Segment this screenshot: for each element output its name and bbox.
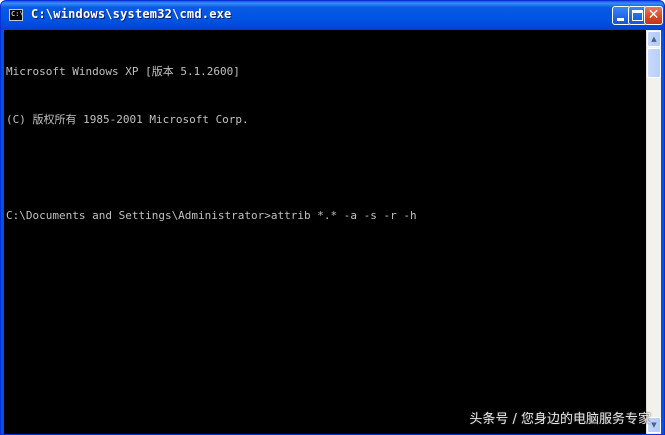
window-title: C:\windows\system32\cmd.exe xyxy=(31,7,232,21)
watermark: 头条号 / 您身边的电脑服务专家 xyxy=(469,412,651,427)
command-prompt-line: C:\Documents and Settings\Administrator>… xyxy=(6,209,417,222)
cmd-icon-glyph: C:\ xyxy=(11,10,24,18)
cmd-icon[interactable]: C:\ xyxy=(9,9,24,21)
title-bar[interactable]: C:\ C:\windows\system32\cmd.exe ✕ xyxy=(1,1,664,30)
console-output[interactable]: Microsoft Windows XP [版本 5.1.2600] (C) 版… xyxy=(6,32,644,428)
scroll-up-icon[interactable]: ▲ xyxy=(647,31,661,47)
maximize-icon xyxy=(632,10,643,21)
minimize-icon xyxy=(617,18,624,21)
cmd-window: C:\ C:\windows\system32\cmd.exe ✕ Micros… xyxy=(0,0,665,435)
close-icon: ✕ xyxy=(647,7,660,23)
console-line: (C) 版权所有 1985-2001 Microsoft Corp. xyxy=(6,113,249,126)
console-area[interactable]: Microsoft Windows XP [版本 5.1.2600] (C) 版… xyxy=(4,30,661,434)
console-line: Microsoft Windows XP [版本 5.1.2600] xyxy=(6,65,240,78)
vertical-scrollbar[interactable]: ▲ ▼ xyxy=(646,30,661,434)
close-button[interactable]: ✕ xyxy=(644,6,663,25)
scroll-thumb[interactable] xyxy=(647,48,661,78)
